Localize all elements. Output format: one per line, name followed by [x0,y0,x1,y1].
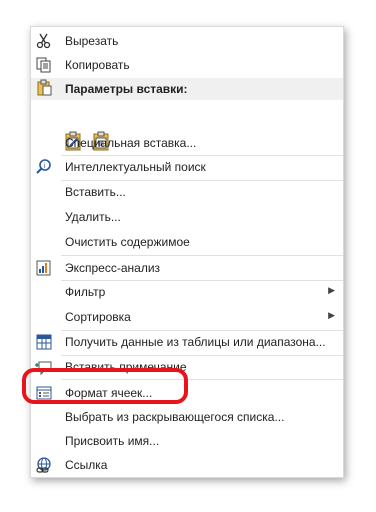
highlight-annotation [22,368,188,404]
menu-item-label: Экспресс-анализ [65,261,161,275]
menu-item-label: Удалить... [65,210,121,224]
menu-item-label: Получить данные из таблицы или диапазона… [65,335,326,349]
menu-item-paste-special[interactable]: Специальная вставка... [31,131,343,155]
quick-analysis-icon [35,259,53,277]
paste-options-header: Параметры вставки: [65,82,188,96]
menu-item-label: Интеллектуальный поиск [65,160,206,174]
menu-item-label: Копировать [65,58,130,72]
menu-item-smart-lookup[interactable]: i Интеллектуальный поиск [31,155,343,179]
menu-item-delete[interactable]: Удалить... [31,205,343,229]
table-icon [35,333,53,351]
menu-item-label: Специальная вставка... [65,136,197,150]
svg-text:i: i [44,163,46,170]
menu-item-get-data[interactable]: Получить данные из таблицы или диапазона… [31,330,343,354]
menu-item-label: Сортировка [65,310,131,324]
context-menu: Вырезать Копировать Параметры вставки: С… [30,26,344,478]
menu-item-define-name[interactable]: Присвоить имя... [31,429,343,453]
copy-icon [35,56,53,74]
menu-item-label: Присвоить имя... [65,434,160,448]
menu-item-filter[interactable]: Фильтр ▶ [31,280,343,304]
menu-item-label: Очистить содержимое [65,235,190,249]
menu-item-label: Вырезать [65,34,119,48]
menu-item-clear-contents[interactable]: Очистить содержимое [31,230,343,254]
lookup-icon: i [35,158,53,176]
submenu-arrow-icon: ▶ [328,310,335,320]
menu-item-label: Ссылка [65,458,108,472]
menu-item-cut[interactable]: Вырезать [31,29,343,53]
paste-options-section: Параметры вставки: [31,78,343,100]
menu-item-quick-analysis[interactable]: Экспресс-анализ [31,256,343,280]
menu-item-link[interactable]: Ссылка [31,453,343,477]
scissors-icon [35,32,53,50]
submenu-arrow-icon: ▶ [328,285,335,295]
menu-item-label: Фильтр [65,285,106,299]
menu-item-pick-from-list[interactable]: Выбрать из раскрывающегося списка... [31,405,343,429]
menu-item-label: Вставить... [65,185,126,199]
link-icon [35,456,53,474]
clipboard-icon [35,79,53,97]
menu-item-label: Выбрать из раскрывающегося списка... [65,410,285,424]
menu-item-copy[interactable]: Копировать [31,53,343,77]
menu-item-sort[interactable]: Сортировка ▶ [31,305,343,329]
menu-item-insert[interactable]: Вставить... [31,180,343,204]
